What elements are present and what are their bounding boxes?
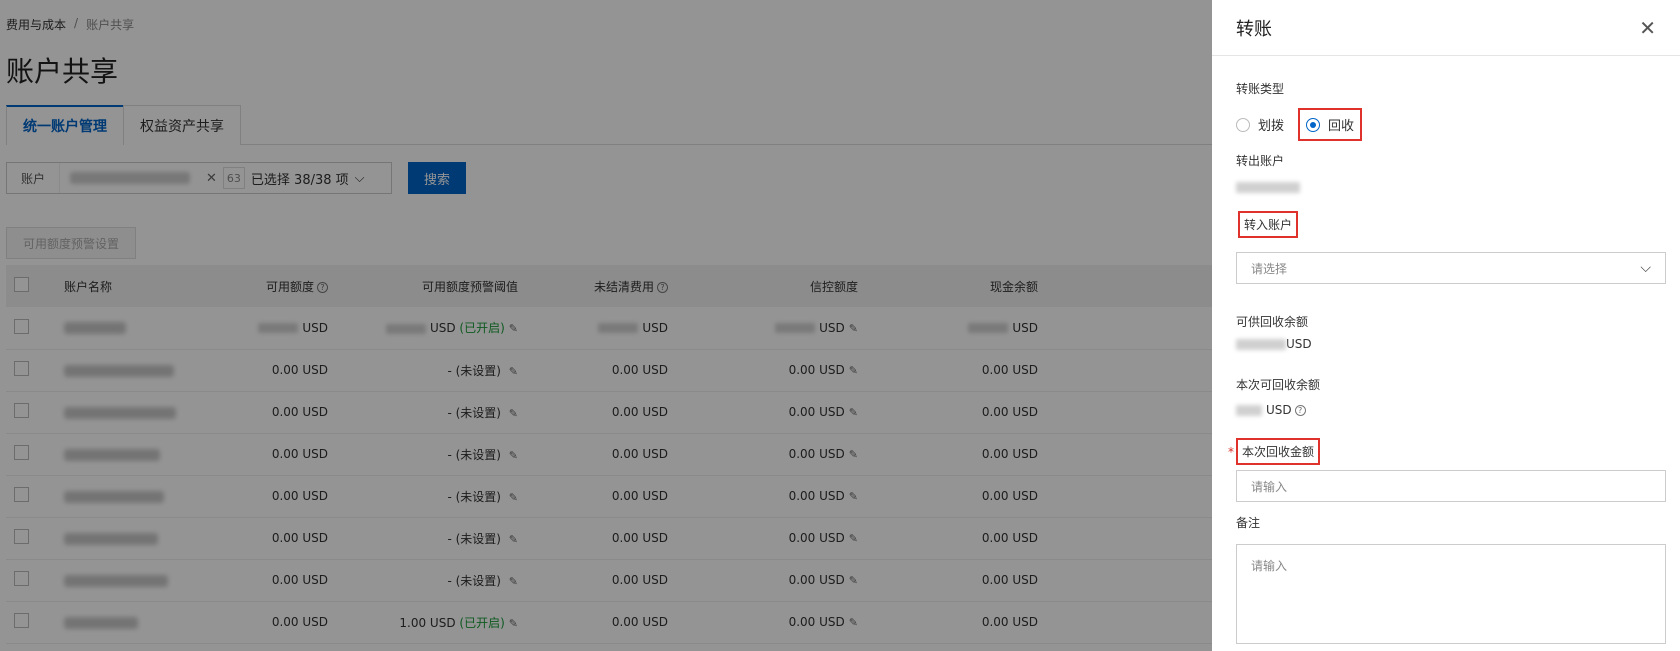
highlight-recycle: 回收 [1298, 108, 1363, 141]
amount-label-highlight: 本次回收金额 [1236, 438, 1321, 465]
amount-label-row: * 本次回收金额 [1228, 438, 1321, 465]
required-star: * [1228, 445, 1234, 459]
page: 费用与成本 / 账户共享 账户共享 统一账户管理 权益资产共享 账户 ✕ 63 … [0, 0, 1680, 651]
help-icon[interactable]: ? [1294, 405, 1306, 416]
close-icon[interactable]: ✕ [1639, 16, 1656, 40]
transfer-type-label: 转账类型 [1236, 82, 1285, 96]
radio-recycle[interactable] [1306, 117, 1321, 132]
recyclable-balance-value: USD [1236, 337, 1312, 351]
from-account-blurred [1236, 182, 1300, 193]
amount-input[interactable]: 请输入 [1236, 470, 1666, 502]
to-account-label-highlight: 转入账户 [1238, 211, 1299, 238]
remark-label: 备注 [1236, 516, 1261, 530]
remark-textarea[interactable]: 请输入 [1236, 544, 1666, 644]
amount-label: 本次回收金额 [1242, 445, 1315, 459]
drawer-title: 转账 [1236, 18, 1272, 40]
current-recyclable-value: USD? [1236, 403, 1306, 417]
to-account-label: 转入账户 [1244, 218, 1293, 232]
recyclable-balance-label: 可供回收余额 [1236, 315, 1309, 329]
to-account-select[interactable]: 请选择 ⌵ [1236, 252, 1666, 284]
current-recyclable-unit: USD [1266, 403, 1292, 417]
chevron-down-icon[interactable]: ⌵ [1640, 260, 1651, 276]
current-recyclable-blurred [1236, 405, 1262, 416]
from-account-label: 转出账户 [1236, 154, 1285, 168]
to-account-placeholder: 请选择 [1251, 261, 1288, 276]
radio-allocate[interactable] [1236, 117, 1250, 132]
current-recyclable-label: 本次可回收余额 [1236, 378, 1321, 392]
drawer-header: 转账 ✕ [1212, 0, 1680, 56]
radio-recycle-label[interactable]: 回收 [1328, 115, 1354, 134]
from-account-value [1236, 180, 1300, 194]
radio-allocate-label[interactable]: 划拨 [1258, 115, 1284, 134]
transfer-type-radio-group: 划拨 回收 [1236, 108, 1363, 141]
transfer-drawer: 转账 ✕ 转账类型 划拨 回收 转出账户 转入账户 请选择 ⌵ 可供回收余额 U… [1212, 0, 1680, 651]
recyclable-balance-blurred [1236, 339, 1286, 350]
recyclable-balance-unit: USD [1286, 337, 1312, 351]
overlay-mask[interactable] [0, 0, 1212, 651]
